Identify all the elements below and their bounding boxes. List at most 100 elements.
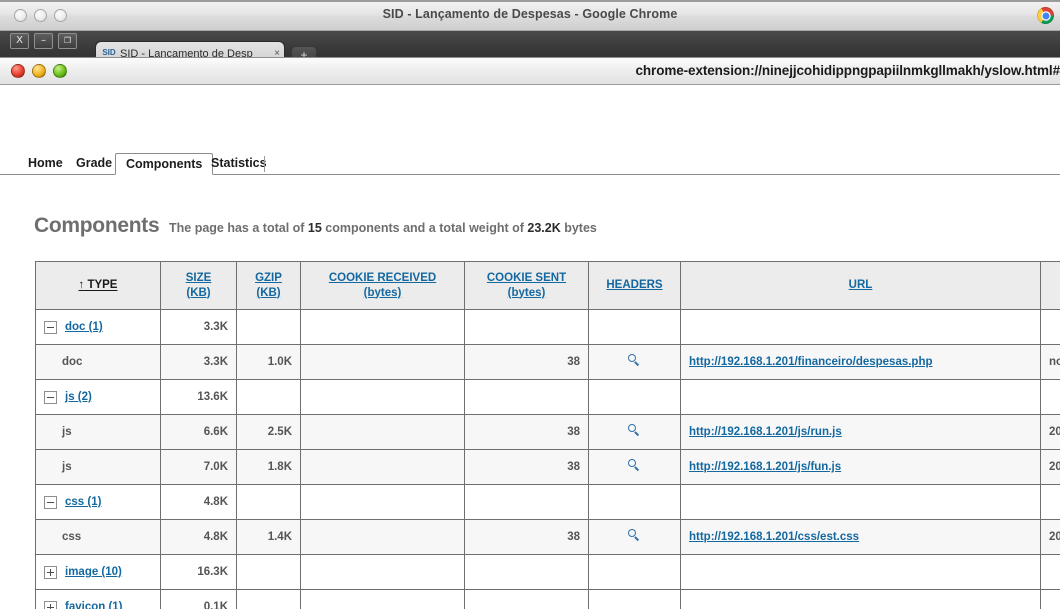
cell-headers <box>588 449 681 485</box>
expand-icon[interactable] <box>44 565 57 579</box>
column-header-cookie-received[interactable]: COOKIE RECEIVED (bytes) <box>300 261 465 310</box>
chrome-maximize-button[interactable]: ❐ <box>58 33 77 49</box>
cell-size: 4.8K <box>160 519 237 555</box>
table-row[interactable]: js 6.6K 2.5K 38 http://192.168.1.201/js/run.… <box>35 414 1060 450</box>
cell-headers <box>588 589 681 609</box>
collapse-icon[interactable] <box>44 495 57 509</box>
cell-cookie-sent <box>464 554 589 590</box>
cell-cookie-received <box>300 449 465 485</box>
table-row[interactable]: js 7.0K 1.8K 38 http://192.168.1.201/js/fun.… <box>35 449 1060 485</box>
table-row[interactable]: doc 3.3K 1.0K 38 http://192.168.1.201/financ… <box>35 344 1060 380</box>
cell-type: favicon (1) <box>35 589 161 609</box>
popup-close-button[interactable] <box>11 64 25 78</box>
type-group-link[interactable]: js (2) <box>65 391 92 403</box>
chrome-close-button[interactable]: X <box>10 33 29 49</box>
column-header-type[interactable]: ↑ TYPE <box>35 261 161 310</box>
expand-icon[interactable] <box>44 600 57 609</box>
summary-middle: components and a total weight of <box>321 221 528 235</box>
cell-expires <box>1040 589 1060 609</box>
type-group-link[interactable]: css (1) <box>65 496 101 508</box>
column-header-gzip-unit[interactable]: (KB) <box>256 287 280 299</box>
cell-url: http://192.168.1.201/js/run.js <box>680 414 1041 450</box>
os-window-titlebar: SID - Lançamento de Despesas - Google Ch… <box>0 0 1060 31</box>
column-header-gzip-link[interactable]: GZIP <box>255 272 282 284</box>
component-url-link[interactable]: http://192.168.1.201/css/est.css <box>689 531 859 543</box>
column-header-size-unit[interactable]: (KB) <box>186 287 210 299</box>
cell-size: 7.0K <box>160 449 237 485</box>
column-header-url-link[interactable]: URL <box>849 279 873 291</box>
cell-cookie-sent: 38 <box>464 344 589 380</box>
cell-type: css (1) <box>35 484 161 520</box>
cell-expires <box>1040 379 1060 415</box>
components-table: ↑ TYPE SIZE (KB) GZIP (KB) COOKIE RECEIVED… <box>35 261 1060 609</box>
type-group-link[interactable]: doc (1) <box>65 321 103 333</box>
cell-cookie-sent: 38 <box>464 519 589 555</box>
popup-zoom-button[interactable] <box>53 64 67 78</box>
column-header-cookie-sent-unit[interactable]: (bytes) <box>508 287 546 299</box>
type-group-link[interactable]: favicon (1) <box>65 601 123 609</box>
column-header-expires[interactable]: EXPIRES <box>1040 261 1060 310</box>
magnifier-icon[interactable] <box>628 354 641 367</box>
cell-cookie-sent <box>464 589 589 609</box>
cell-headers <box>588 554 681 590</box>
table-row[interactable]: favicon (1) 0.1K <box>35 589 1060 609</box>
cell-gzip <box>236 379 301 415</box>
tab-home[interactable]: Home <box>18 153 73 175</box>
column-header-size[interactable]: SIZE (KB) <box>160 261 237 310</box>
column-header-cookie-received-link[interactable]: COOKIE RECEIVED <box>329 272 436 284</box>
cell-cookie-received <box>300 414 465 450</box>
cell-expires <box>1040 309 1060 345</box>
table-row[interactable]: css 4.8K 1.4K 38 http://192.168.1.201/css/es… <box>35 519 1060 555</box>
column-header-headers-link[interactable]: HEADERS <box>606 279 662 291</box>
tab-statistics[interactable]: Statistics <box>201 153 277 175</box>
magnifier-icon[interactable] <box>628 529 641 542</box>
type-group-link[interactable]: image (10) <box>65 566 122 578</box>
column-header-cookie-sent[interactable]: COOKIE SENT (bytes) <box>464 261 589 310</box>
tab-components[interactable]: Components <box>115 153 214 175</box>
table-row[interactable]: image (10) 16.3K <box>35 554 1060 590</box>
cell-cookie-sent <box>464 379 589 415</box>
popup-minimize-button[interactable] <box>32 64 46 78</box>
cell-url <box>680 484 1041 520</box>
page-title: Components <box>34 214 160 237</box>
cell-gzip: 1.0K <box>236 344 301 380</box>
column-header-gzip[interactable]: GZIP (KB) <box>236 261 301 310</box>
cell-size: 4.8K <box>160 484 237 520</box>
column-header-cookie-sent-link[interactable]: COOKIE SENT <box>487 272 566 284</box>
chrome-minimize-button[interactable]: – <box>34 33 53 49</box>
component-url-link[interactable]: http://192.168.1.201/js/fun.js <box>689 461 841 473</box>
page-header: Components The page has a total of 15 co… <box>34 214 1034 245</box>
column-header-url[interactable]: URL <box>680 261 1041 310</box>
cell-type: css <box>35 519 161 555</box>
column-header-headers[interactable]: HEADERS <box>588 261 681 310</box>
tab-grade[interactable]: Grade <box>66 153 122 175</box>
collapse-icon[interactable] <box>44 320 57 334</box>
cell-cookie-sent <box>464 309 589 345</box>
collapse-icon[interactable] <box>44 390 57 404</box>
cell-headers <box>588 379 681 415</box>
yslow-popup-window-controls <box>11 64 67 78</box>
magnifier-icon[interactable] <box>628 459 641 472</box>
cell-type: image (10) <box>35 554 161 590</box>
summary-suffix: bytes <box>560 221 597 235</box>
cell-url <box>680 554 1041 590</box>
cell-type: js <box>35 414 161 450</box>
popup-url-text: chrome-extension://ninejjcohidippngpapii… <box>635 63 1060 78</box>
component-url-link[interactable]: http://192.168.1.201/js/run.js <box>689 426 842 438</box>
cell-gzip: 1.4K <box>236 519 301 555</box>
yslow-popup-window: chrome-extension://ninejjcohidippngpapii… <box>0 57 1060 609</box>
column-header-size-link[interactable]: SIZE <box>186 272 212 284</box>
cell-gzip: 1.8K <box>236 449 301 485</box>
yslow-popup-titlebar: chrome-extension://ninejjcohidippngpapii… <box>0 58 1060 85</box>
table-row[interactable]: js (2) 13.6K <box>35 379 1060 415</box>
component-url-link[interactable]: http://192.168.1.201/financeiro/despesas… <box>689 356 933 368</box>
cell-expires: 2012 <box>1040 519 1060 555</box>
cell-cookie-received <box>300 484 465 520</box>
column-header-cookie-received-unit[interactable]: (bytes) <box>364 287 402 299</box>
table-row[interactable]: doc (1) 3.3K <box>35 309 1060 345</box>
magnifier-icon[interactable] <box>628 424 641 437</box>
cell-headers <box>588 309 681 345</box>
cell-size: 6.6K <box>160 414 237 450</box>
cell-cookie-received <box>300 309 465 345</box>
table-row[interactable]: css (1) 4.8K <box>35 484 1060 520</box>
